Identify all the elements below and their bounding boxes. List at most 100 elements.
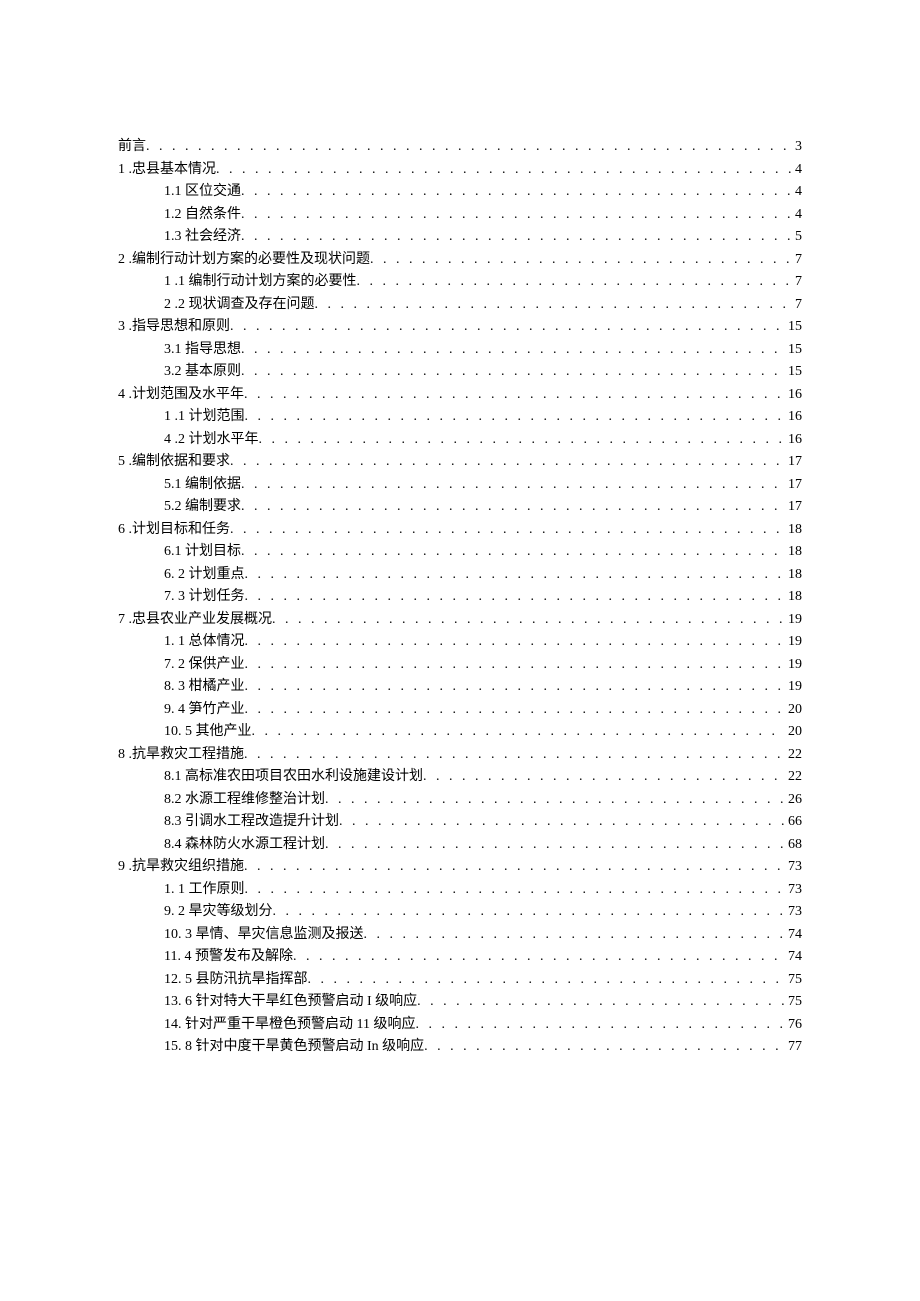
toc-entry: 12. 5 县防汛抗旱指挥部75 — [118, 973, 802, 987]
toc-page-number: 68 — [784, 838, 802, 852]
toc-label: 1.1 区位交通 — [164, 185, 241, 199]
toc-label: 1. 1 总体情况 — [164, 635, 245, 649]
table-of-contents: 前言 3 1 .忠县基本情况 4 1.1 区位交通 4 1.2 自然条件4 1.3 社会经济5… — [118, 140, 802, 1054]
toc-label: 1 .忠县基本情况 — [118, 163, 216, 177]
toc-entry: 1 .忠县基本情况 4 — [118, 163, 802, 177]
toc-label: 8.3 引调水工程改造提升计划 — [164, 815, 339, 829]
toc-leader-dots — [241, 500, 784, 514]
toc-leader-dots — [315, 298, 792, 312]
toc-label: 11. 4 预警发布及解除 — [164, 950, 293, 964]
toc-entry: 6.1 计划目标 18 — [118, 545, 802, 559]
toc-page-number: 3 — [791, 140, 802, 154]
toc-page-number: 16 — [784, 410, 802, 424]
toc-page-number: 19 — [784, 680, 802, 694]
toc-entry: 5 .编制依据和要求 17 — [118, 455, 802, 469]
toc-entry: 3.1 指导思想15 — [118, 343, 802, 357]
toc-page-number: 20 — [784, 703, 802, 717]
toc-label: 15. 8 针对中度干旱黄色预警启动 In 级响应 — [164, 1040, 424, 1054]
toc-label: 5.2 编制要求 — [164, 500, 241, 514]
toc-entry: 9. 4 笋竹产业 20 — [118, 703, 802, 717]
toc-leader-dots — [216, 163, 791, 177]
toc-label: 9. 4 笋竹产业 — [164, 703, 245, 717]
toc-entry: 1.3 社会经济5 — [118, 230, 802, 244]
toc-leader-dots — [230, 523, 784, 537]
toc-label: 7. 3 计划任务 — [164, 590, 245, 604]
toc-label: 前言 — [118, 140, 146, 154]
toc-page-number: 4 — [791, 163, 802, 177]
toc-page-number: 16 — [784, 433, 802, 447]
toc-entry: 3.2 基本原则 15 — [118, 365, 802, 379]
toc-entry: 1 .1 编制行动计划方案的必要性 7 — [118, 275, 802, 289]
toc-entry: 10. 5 其他产业 20 — [118, 725, 802, 739]
toc-leader-dots — [293, 950, 784, 964]
toc-page-number: 18 — [784, 523, 802, 537]
toc-page-number: 17 — [784, 478, 802, 492]
toc-leader-dots — [230, 455, 784, 469]
toc-entry: 4 .计划范围及水平年16 — [118, 388, 802, 402]
toc-leader-dots — [241, 365, 784, 379]
toc-label: 1 .1 计划范围 — [164, 410, 245, 424]
toc-leader-dots — [241, 185, 791, 199]
toc-page-number: 7 — [791, 253, 802, 267]
toc-label: 6.1 计划目标 — [164, 545, 241, 559]
toc-leader-dots — [357, 275, 792, 289]
toc-entry: 9 .抗旱救灾组织措施73 — [118, 860, 802, 874]
toc-label: 8.2 水源工程维修整治计划 — [164, 793, 325, 807]
toc-leader-dots — [244, 388, 784, 402]
toc-page-number: 7 — [791, 298, 802, 312]
toc-page-number: 22 — [784, 770, 802, 784]
toc-label: 6. 2 计划重点 — [164, 568, 245, 582]
toc-page: 前言 3 1 .忠县基本情况 4 1.1 区位交通 4 1.2 自然条件4 1.3 社会经济5… — [0, 0, 920, 1301]
toc-page-number: 16 — [784, 388, 802, 402]
toc-entry: 11. 4 预警发布及解除74 — [118, 950, 802, 964]
toc-entry: 2 .编制行动计划方案的必要性及现状问题7 — [118, 253, 802, 267]
toc-leader-dots — [241, 478, 784, 492]
toc-label: 7. 2 保供产业 — [164, 658, 245, 672]
toc-page-number: 15 — [784, 365, 802, 379]
toc-entry: 1.2 自然条件4 — [118, 208, 802, 222]
toc-leader-dots — [424, 1040, 784, 1054]
toc-label: 5 .编制依据和要求 — [118, 455, 230, 469]
toc-label: 1 .1 编制行动计划方案的必要性 — [164, 275, 357, 289]
toc-leader-dots — [417, 995, 784, 1009]
toc-entry: 6. 2 计划重点18 — [118, 568, 802, 582]
toc-page-number: 74 — [784, 928, 802, 942]
toc-leader-dots — [245, 680, 785, 694]
toc-page-number: 20 — [784, 725, 802, 739]
toc-entry: 15. 8 针对中度干旱黄色预警启动 In 级响应77 — [118, 1040, 802, 1054]
toc-leader-dots — [370, 253, 791, 267]
toc-leader-dots — [241, 343, 784, 357]
toc-leader-dots — [259, 433, 785, 447]
toc-label: 3.2 基本原则 — [164, 365, 241, 379]
toc-page-number: 75 — [784, 995, 802, 1009]
toc-page-number: 7 — [791, 275, 802, 289]
toc-leader-dots — [325, 838, 784, 852]
toc-entry: 13. 6 针对特大干旱红色预警启动 I 级响应75 — [118, 995, 802, 1009]
toc-entry: 6 .计划目标和任务18 — [118, 523, 802, 537]
toc-label: 7 .忠县农业产业发展概况 — [118, 613, 272, 627]
toc-entry: 5.2 编制要求17 — [118, 500, 802, 514]
toc-page-number: 73 — [784, 905, 802, 919]
toc-entry: 1. 1 总体情况19 — [118, 635, 802, 649]
toc-label: 10. 3 旱情、旱灾信息监测及报送 — [164, 928, 364, 942]
toc-page-number: 17 — [784, 455, 802, 469]
toc-entry: 5.1 编制依据 17 — [118, 478, 802, 492]
toc-leader-dots — [244, 748, 784, 762]
toc-label: 9. 2 旱灾等级划分 — [164, 905, 273, 919]
toc-entry: 4 .2 计划水平年16 — [118, 433, 802, 447]
toc-entry: 7. 3 计划任务18 — [118, 590, 802, 604]
toc-entry: 8.3 引调水工程改造提升计划66 — [118, 815, 802, 829]
toc-leader-dots — [245, 703, 785, 717]
toc-page-number: 15 — [784, 343, 802, 357]
toc-label: 5.1 编制依据 — [164, 478, 241, 492]
toc-label: 10. 5 其他产业 — [164, 725, 252, 739]
toc-leader-dots — [146, 140, 791, 154]
toc-page-number: 18 — [784, 545, 802, 559]
toc-entry: 14. 针对严重干旱橙色预警启动 11 级响应76 — [118, 1018, 802, 1032]
toc-entry: 8. 3 柑橘产业19 — [118, 680, 802, 694]
toc-leader-dots — [252, 725, 785, 739]
toc-label: 14. 针对严重干旱橙色预警启动 11 级响应 — [164, 1018, 415, 1032]
toc-leader-dots — [415, 1018, 784, 1032]
toc-page-number: 19 — [784, 658, 802, 672]
toc-entry: 8.2 水源工程维修整治计划26 — [118, 793, 802, 807]
